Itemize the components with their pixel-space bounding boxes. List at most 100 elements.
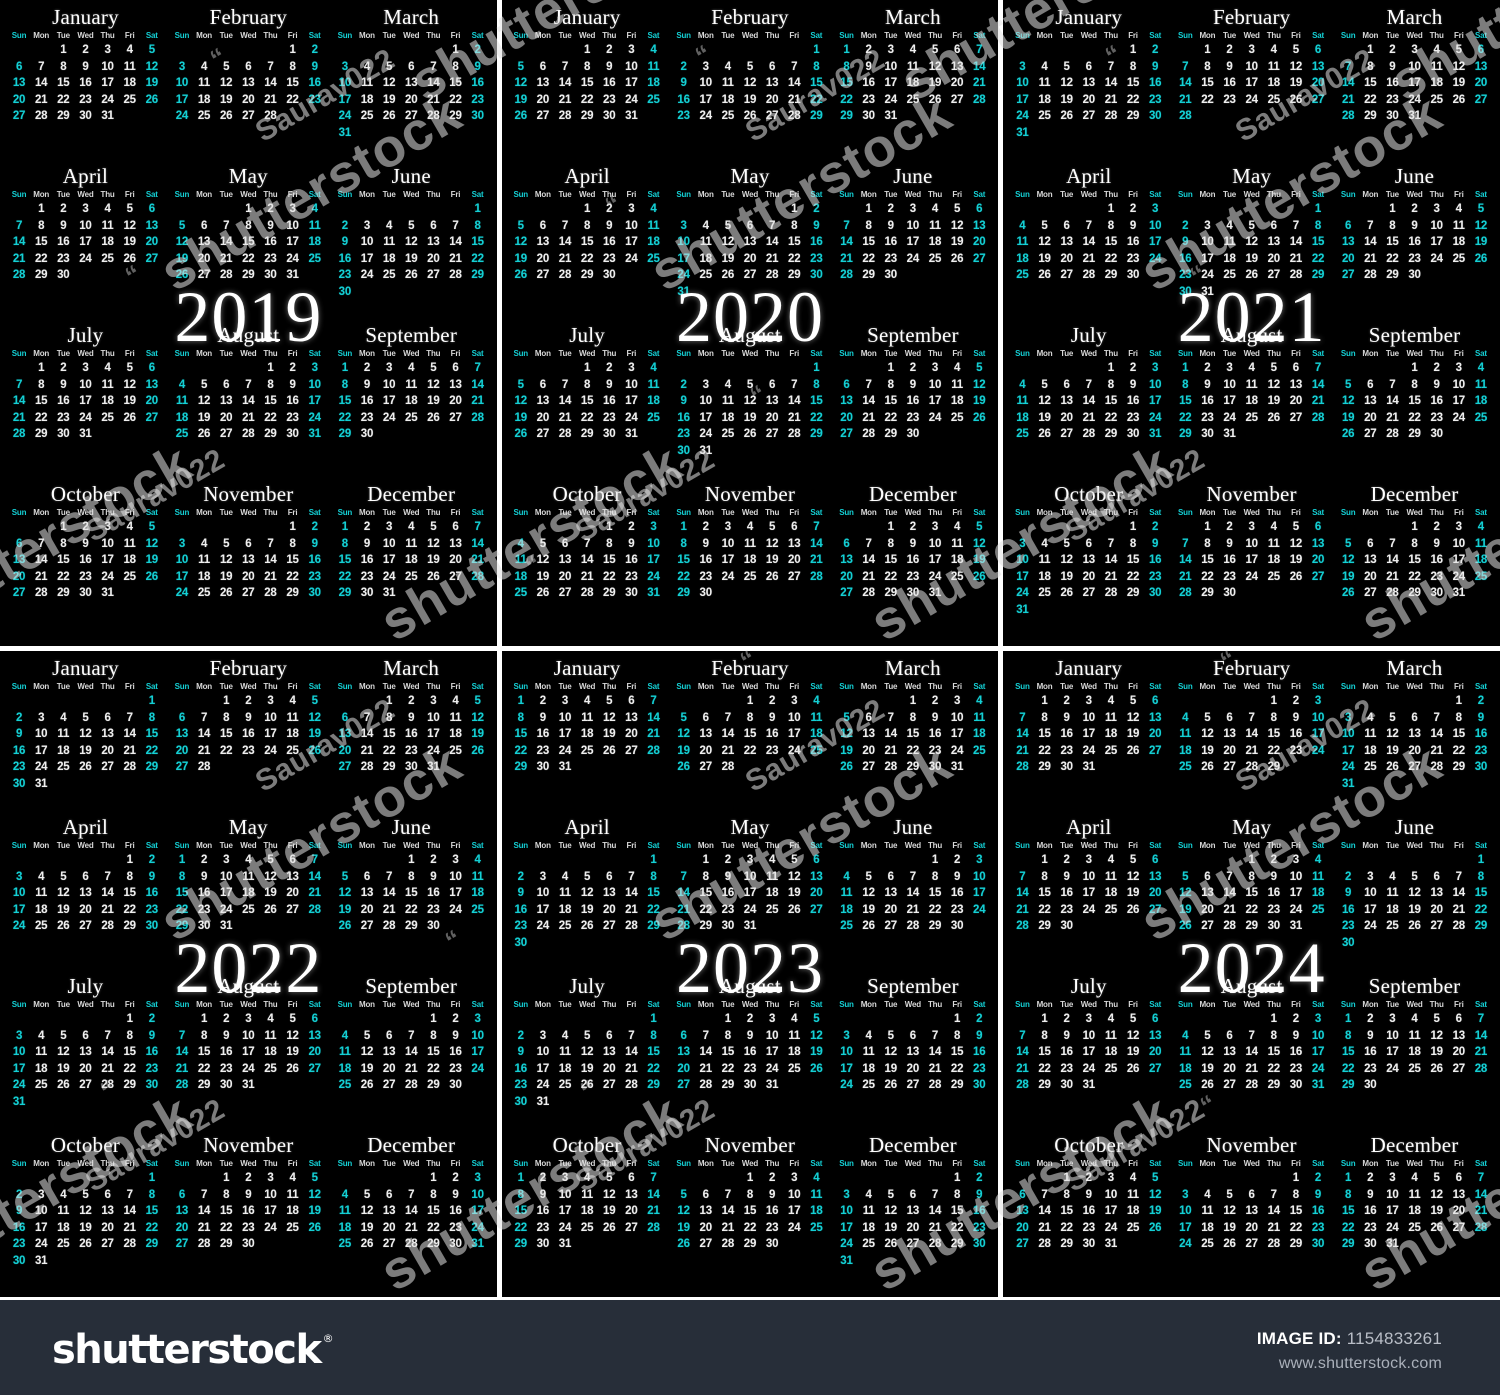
- day-cell[interactable]: 7: [97, 1028, 119, 1045]
- day-cell[interactable]: 14: [467, 536, 489, 553]
- day-cell[interactable]: 14: [1078, 234, 1100, 251]
- day-cell[interactable]: 6: [598, 1028, 620, 1045]
- day-cell[interactable]: 20: [805, 885, 827, 902]
- day-cell[interactable]: 19: [673, 1220, 695, 1237]
- day-cell[interactable]: 2: [1144, 42, 1166, 59]
- day-cell[interactable]: 19: [1285, 75, 1307, 92]
- day-cell[interactable]: 18: [356, 92, 378, 109]
- day-cell[interactable]: 24: [1359, 918, 1381, 935]
- day-cell[interactable]: 14: [858, 552, 880, 569]
- day-cell[interactable]: 22: [576, 92, 598, 109]
- day-cell[interactable]: 1: [1359, 42, 1381, 59]
- day-cell[interactable]: 14: [30, 75, 52, 92]
- day-cell[interactable]: 2: [1470, 693, 1492, 710]
- day-cell[interactable]: 29: [171, 918, 193, 935]
- day-cell[interactable]: 29: [1403, 585, 1425, 602]
- day-cell[interactable]: 9: [1263, 869, 1285, 886]
- day-cell[interactable]: 5: [739, 377, 761, 394]
- day-cell[interactable]: 17: [1241, 552, 1263, 569]
- day-cell[interactable]: 15: [119, 885, 141, 902]
- day-cell[interactable]: 24: [1307, 1061, 1329, 1078]
- day-cell[interactable]: 1: [805, 360, 827, 377]
- day-cell[interactable]: 5: [1218, 1187, 1240, 1204]
- day-cell[interactable]: 1: [1307, 201, 1329, 218]
- day-cell[interactable]: 15: [858, 234, 880, 251]
- day-cell[interactable]: 16: [805, 234, 827, 251]
- day-cell[interactable]: 3: [8, 1028, 30, 1045]
- day-cell[interactable]: 16: [304, 75, 326, 92]
- day-cell[interactable]: 30: [902, 585, 924, 602]
- day-cell[interactable]: 17: [620, 393, 642, 410]
- day-cell[interactable]: 10: [532, 1044, 554, 1061]
- day-cell[interactable]: 18: [1470, 393, 1492, 410]
- day-cell[interactable]: 27: [1470, 92, 1492, 109]
- day-cell[interactable]: 16: [74, 75, 96, 92]
- day-cell[interactable]: 12: [761, 536, 783, 553]
- day-cell[interactable]: 25: [968, 743, 990, 760]
- day-cell[interactable]: 24: [946, 743, 968, 760]
- day-cell[interactable]: 18: [119, 75, 141, 92]
- day-cell[interactable]: 1: [237, 201, 259, 218]
- day-cell[interactable]: 17: [532, 1061, 554, 1078]
- day-cell[interactable]: 6: [1359, 536, 1381, 553]
- day-cell[interactable]: 24: [835, 1236, 857, 1253]
- day-cell[interactable]: 6: [237, 536, 259, 553]
- day-cell[interactable]: 23: [1307, 1220, 1329, 1237]
- day-cell[interactable]: 18: [119, 552, 141, 569]
- day-cell[interactable]: 11: [1174, 726, 1196, 743]
- day-cell[interactable]: 24: [1196, 267, 1218, 284]
- day-cell[interactable]: 24: [356, 267, 378, 284]
- day-cell[interactable]: 3: [532, 1028, 554, 1045]
- day-cell[interactable]: 1: [422, 1011, 444, 1028]
- day-cell[interactable]: 11: [1403, 1187, 1425, 1204]
- day-cell[interactable]: 15: [946, 1044, 968, 1061]
- day-cell[interactable]: 29: [282, 585, 304, 602]
- day-cell[interactable]: 27: [532, 267, 554, 284]
- day-cell[interactable]: 7: [783, 377, 805, 394]
- day-cell[interactable]: 12: [1263, 377, 1285, 394]
- day-cell[interactable]: 15: [1100, 393, 1122, 410]
- day-cell[interactable]: 10: [783, 1187, 805, 1204]
- day-cell[interactable]: 13: [695, 1203, 717, 1220]
- day-cell[interactable]: 13: [141, 377, 163, 394]
- day-cell[interactable]: 6: [171, 710, 193, 727]
- day-cell[interactable]: 30: [946, 918, 968, 935]
- day-cell[interactable]: 12: [171, 234, 193, 251]
- day-cell[interactable]: 2: [1078, 1170, 1100, 1187]
- day-cell[interactable]: 24: [8, 918, 30, 935]
- day-cell[interactable]: 15: [1100, 234, 1122, 251]
- day-cell[interactable]: 11: [642, 218, 664, 235]
- day-cell[interactable]: 19: [739, 410, 761, 427]
- day-cell[interactable]: 3: [467, 1011, 489, 1028]
- day-cell[interactable]: 17: [171, 569, 193, 586]
- day-cell[interactable]: 31: [1100, 1236, 1122, 1253]
- day-cell[interactable]: 9: [356, 377, 378, 394]
- day-cell[interactable]: 5: [422, 519, 444, 536]
- day-cell[interactable]: 24: [1174, 1236, 1196, 1253]
- day-cell[interactable]: 7: [400, 1187, 422, 1204]
- day-cell[interactable]: 4: [554, 869, 576, 886]
- day-cell[interactable]: 26: [119, 410, 141, 427]
- day-cell[interactable]: 21: [1174, 569, 1196, 586]
- day-cell[interactable]: 11: [902, 59, 924, 76]
- day-cell[interactable]: 28: [444, 267, 466, 284]
- day-cell[interactable]: 24: [1078, 902, 1100, 919]
- day-cell[interactable]: 16: [620, 552, 642, 569]
- day-cell[interactable]: 24: [902, 251, 924, 268]
- day-cell[interactable]: 3: [554, 693, 576, 710]
- day-cell[interactable]: 17: [1241, 75, 1263, 92]
- day-cell[interactable]: 26: [304, 1220, 326, 1237]
- day-cell[interactable]: 17: [1403, 75, 1425, 92]
- day-cell[interactable]: 30: [52, 267, 74, 284]
- day-cell[interactable]: 30: [532, 759, 554, 776]
- day-cell[interactable]: 30: [717, 918, 739, 935]
- day-cell[interactable]: 13: [400, 75, 422, 92]
- day-cell[interactable]: 18: [805, 726, 827, 743]
- day-cell[interactable]: 11: [171, 393, 193, 410]
- day-cell[interactable]: 9: [1470, 710, 1492, 727]
- day-cell[interactable]: 12: [119, 377, 141, 394]
- day-cell[interactable]: 14: [880, 726, 902, 743]
- day-cell[interactable]: 24: [1448, 569, 1470, 586]
- day-cell[interactable]: 24: [1144, 410, 1166, 427]
- day-cell[interactable]: 9: [598, 218, 620, 235]
